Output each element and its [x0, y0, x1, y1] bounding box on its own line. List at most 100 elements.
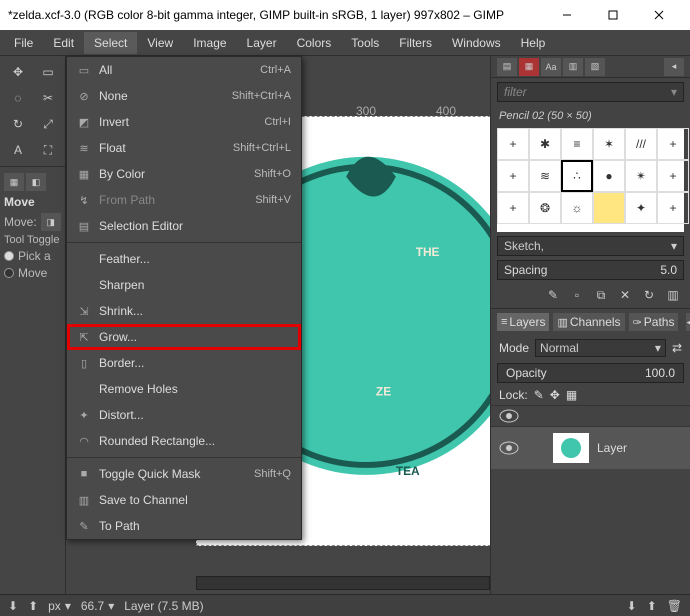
brush-thumb-selected[interactable]: ∴: [561, 160, 593, 192]
brush-thumb[interactable]: +: [657, 160, 689, 192]
menu-item-rounded-rectangle[interactable]: ◠Rounded Rectangle...: [67, 428, 301, 454]
menu-item-distort[interactable]: ✦Distort...: [67, 402, 301, 428]
brush-thumb[interactable]: [593, 192, 625, 224]
tab-layers[interactable]: ≡Layers: [497, 313, 549, 331]
configure-tab-icon[interactable]: ◂: [686, 313, 690, 331]
menu-item-to-path[interactable]: ✎To Path: [67, 513, 301, 539]
layer-row[interactable]: Layer: [491, 427, 690, 469]
menu-colors[interactable]: Colors: [287, 32, 342, 54]
horizontal-scrollbar[interactable]: [196, 576, 490, 590]
lock-position-icon[interactable]: ✥: [550, 388, 560, 402]
tool-options-tab-icon[interactable]: ▦: [4, 173, 24, 191]
menu-view[interactable]: View: [137, 32, 183, 54]
status-upload-icon[interactable]: ⬆: [647, 599, 657, 613]
menu-item-float[interactable]: ≋FloatShift+Ctrl+L: [67, 135, 301, 161]
menu-edit[interactable]: Edit: [43, 32, 84, 54]
new-brush-icon[interactable]: ▫: [568, 286, 586, 304]
bucket-tool-icon[interactable]: ⛶: [34, 138, 62, 162]
mode-switch-icon[interactable]: ⇄: [672, 341, 682, 355]
status-delete-icon[interactable]: 🗑: [667, 599, 682, 613]
free-select-tool-icon[interactable]: ◌: [4, 86, 32, 110]
brush-filter-input[interactable]: filter ▾: [497, 82, 684, 102]
menu-item-remove-holes[interactable]: Remove Holes: [67, 376, 301, 402]
brush-thumb[interactable]: ≡: [561, 128, 593, 160]
brush-thumb[interactable]: ≋: [529, 160, 561, 192]
visibility-icon[interactable]: [499, 409, 519, 423]
history-tab-icon[interactable]: ▥: [563, 58, 583, 76]
menu-item-save-to-channel[interactable]: ▥Save to Channel: [67, 487, 301, 513]
opacity-slider[interactable]: Opacity 100.0: [497, 363, 684, 383]
maximize-button[interactable]: [590, 0, 636, 30]
delete-brush-icon[interactable]: ✕: [616, 286, 634, 304]
menu-item-sharpen[interactable]: Sharpen: [67, 272, 301, 298]
menu-tools[interactable]: Tools: [341, 32, 389, 54]
brush-grid[interactable]: + ✱ ≡ ✶ /// + + ≋ ∴ ● ✴ + + ❂ ☼ ✦ +: [497, 128, 684, 232]
tab-paths[interactable]: ✑Paths: [629, 313, 679, 331]
menu-item-grow[interactable]: ⇱Grow...: [67, 324, 301, 350]
menu-layer[interactable]: Layer: [237, 32, 287, 54]
minimize-button[interactable]: [544, 0, 590, 30]
device-tab-icon[interactable]: ◧: [26, 173, 46, 191]
visibility-icon[interactable]: [499, 441, 519, 455]
edit-brush-icon[interactable]: ✎: [544, 286, 562, 304]
open-as-image-icon[interactable]: ▥: [664, 286, 682, 304]
text-tool-icon[interactable]: A: [4, 138, 32, 162]
zoom-select[interactable]: 66.7 ▾: [81, 599, 114, 613]
brush-thumb[interactable]: +: [497, 128, 529, 160]
rotate-tool-icon[interactable]: ↻: [4, 112, 32, 136]
brush-thumb[interactable]: ✦: [625, 192, 657, 224]
brush-thumb[interactable]: ●: [593, 160, 625, 192]
menu-help[interactable]: Help: [511, 32, 556, 54]
brushes-tab-icon[interactable]: ▤: [497, 58, 517, 76]
lock-pixels-icon[interactable]: ✎: [534, 388, 544, 402]
brush-tag-select[interactable]: Sketch, ▾: [497, 236, 684, 256]
brush-thumb[interactable]: +: [657, 192, 689, 224]
doc-tab-icon[interactable]: ▧: [585, 58, 605, 76]
transform-tool-icon[interactable]: ⤢: [34, 112, 62, 136]
brush-thumb[interactable]: ✶: [593, 128, 625, 160]
menu-select[interactable]: Select: [84, 32, 137, 54]
menu-filters[interactable]: Filters: [389, 32, 442, 54]
menu-file[interactable]: File: [4, 32, 43, 54]
menu-item-none[interactable]: ⊘NoneShift+Ctrl+A: [67, 83, 301, 109]
upload-icon[interactable]: ⬆: [28, 599, 38, 613]
spacing-input[interactable]: Spacing 5.0: [497, 260, 684, 280]
unit-select[interactable]: px ▾: [48, 599, 71, 613]
menu-item-all[interactable]: ▭AllCtrl+A: [67, 57, 301, 83]
option-pick[interactable]: Pick a: [4, 249, 61, 263]
duplicate-brush-icon[interactable]: ⧉: [592, 286, 610, 304]
brush-thumb[interactable]: ///: [625, 128, 657, 160]
menu-image[interactable]: Image: [183, 32, 236, 54]
menu-item-toggle-quick-mask[interactable]: ■Toggle Quick MaskShift+Q: [67, 461, 301, 487]
status-download-icon[interactable]: ⬇: [627, 599, 637, 613]
crop-tool-icon[interactable]: ✂: [34, 86, 62, 110]
tab-channels[interactable]: ▥Channels: [553, 313, 624, 331]
menu-windows[interactable]: Windows: [442, 32, 511, 54]
option-move[interactable]: Move: [4, 266, 61, 280]
fonts-tab-icon[interactable]: Aa: [541, 58, 561, 76]
menu-item-shrink[interactable]: ⇲Shrink...: [67, 298, 301, 324]
brush-thumb[interactable]: ✴: [625, 160, 657, 192]
configure-tab-icon[interactable]: ◂: [664, 58, 684, 76]
brush-thumb[interactable]: +: [657, 128, 689, 160]
download-icon[interactable]: ⬇: [8, 599, 18, 613]
layer-name[interactable]: Layer: [597, 441, 627, 455]
lock-alpha-icon[interactable]: ▦: [566, 388, 577, 402]
brush-thumb[interactable]: +: [497, 160, 529, 192]
refresh-brush-icon[interactable]: ↻: [640, 286, 658, 304]
menu-item-border[interactable]: ▯Border...: [67, 350, 301, 376]
brush-thumb[interactable]: ☼: [561, 192, 593, 224]
brush-thumb[interactable]: ❂: [529, 192, 561, 224]
rect-select-tool-icon[interactable]: ▭: [34, 60, 62, 84]
brush-thumb[interactable]: +: [497, 192, 529, 224]
menu-item-invert[interactable]: ◩InvertCtrl+I: [67, 109, 301, 135]
patterns-tab-icon[interactable]: ▦: [519, 58, 539, 76]
brush-thumb[interactable]: ✱: [529, 128, 561, 160]
mode-select[interactable]: Normal▾: [535, 339, 666, 357]
move-tool-icon[interactable]: ✥: [4, 60, 32, 84]
menu-item-by-color[interactable]: ▦By ColorShift+O: [67, 161, 301, 187]
menu-item-feather[interactable]: Feather...: [67, 246, 301, 272]
close-button[interactable]: [636, 0, 682, 30]
move-layer-icon[interactable]: ◨: [41, 213, 61, 231]
menu-item-selection-editor[interactable]: ▤Selection Editor: [67, 213, 301, 239]
